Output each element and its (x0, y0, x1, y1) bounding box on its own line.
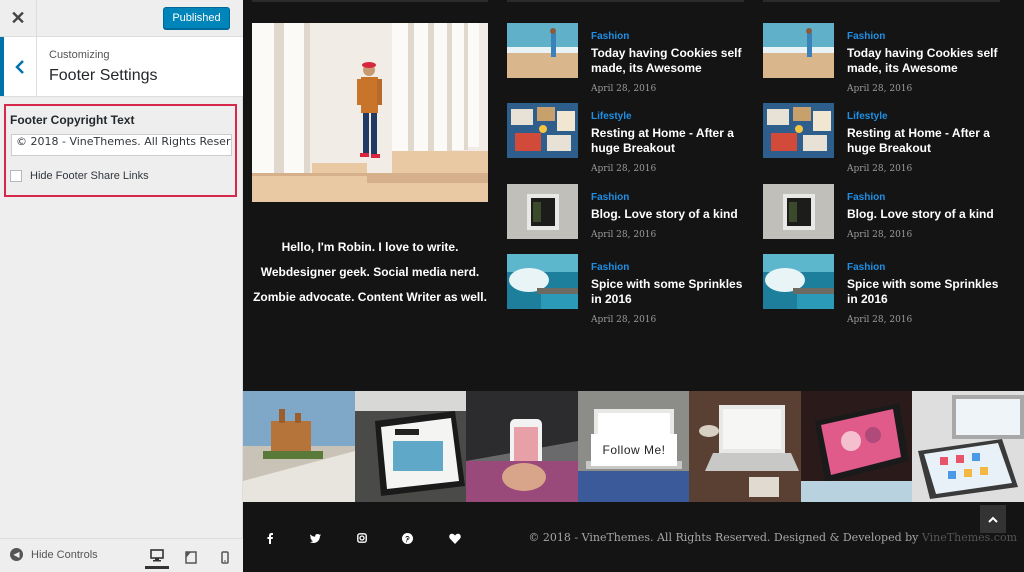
post-date: April 28, 2016 (591, 164, 657, 174)
section-subtitle: Customizing (49, 49, 110, 61)
heart-icon (449, 533, 461, 544)
site-preview: Hello, I'm Robin. I love to write. Webde… (243, 0, 1024, 572)
customizer-header: ✕ Published (0, 0, 243, 37)
post-category[interactable]: Fashion (847, 31, 885, 42)
desktop-icon (150, 549, 164, 562)
post-thumbnail[interactable] (507, 103, 578, 158)
post-category[interactable]: Lifestyle (847, 111, 888, 122)
hide-share-links-checkbox[interactable] (10, 170, 22, 182)
instagram-photo[interactable] (243, 391, 355, 502)
post-title[interactable]: Resting at Home - After a huge Breakout (591, 126, 747, 156)
post-thumbnail[interactable] (507, 23, 578, 78)
pinterest-icon (401, 532, 413, 544)
copyright-field-label: Footer Copyright Text (10, 113, 135, 127)
section-header: Customizing Footer Settings (0, 37, 243, 97)
post-title[interactable]: Spice with some Sprinkles in 2016 (591, 277, 747, 307)
footer-settings-fields: Footer Copyright Text © 2018 - VineTheme… (4, 104, 237, 197)
facebook-link[interactable] (262, 531, 278, 545)
collapse-icon: ◀ (10, 548, 23, 561)
chevron-up-icon (988, 516, 998, 523)
divider (763, 0, 1000, 2)
post-category[interactable]: Fashion (847, 192, 885, 203)
heart-link[interactable] (447, 531, 463, 545)
post-thumbnail[interactable] (763, 184, 834, 239)
post-item[interactable]: Fashion Blog. Love story of a kind April… (507, 184, 747, 254)
instagram-link[interactable] (354, 531, 370, 545)
copyright-text: © 2018 - VineThemes. All Rights Reserved… (528, 531, 922, 544)
post-category[interactable]: Fashion (591, 192, 629, 203)
post-title[interactable]: Resting at Home - After a huge Breakout (847, 126, 1003, 156)
instagram-photo[interactable] (354, 391, 467, 502)
post-item[interactable]: Lifestyle Resting at Home - After a huge… (507, 103, 747, 174)
customizer-sidebar: ✕ Published Customizing Footer Settings … (0, 0, 243, 572)
author-bio: Hello, I'm Robin. I love to write. Webde… (252, 235, 488, 310)
post-item[interactable]: Fashion Spice with some Sprinkles in 201… (507, 254, 747, 325)
post-date: April 28, 2016 (591, 84, 657, 94)
desktop-preview-button[interactable] (145, 545, 169, 569)
mobile-preview-button[interactable] (213, 545, 237, 569)
post-category[interactable]: Lifestyle (591, 111, 632, 122)
post-date: April 28, 2016 (847, 84, 913, 94)
post-category[interactable]: Fashion (591, 31, 629, 42)
hide-controls-button[interactable]: ◀ Hide Controls (10, 548, 98, 561)
bio-line: Zombie advocate. Content Writer as well. (253, 290, 487, 304)
post-date: April 28, 2016 (847, 315, 913, 325)
post-thumbnail[interactable] (763, 23, 834, 78)
post-item[interactable]: Fashion Blog. Love story of a kind April… (763, 184, 1003, 254)
post-date: April 28, 2016 (591, 230, 657, 240)
copyright-text-input[interactable]: © 2018 - VineThemes. All Rights Reserv (11, 134, 232, 156)
instagram-photo[interactable] (689, 391, 801, 502)
twitter-link[interactable] (307, 531, 323, 545)
twitter-icon (309, 533, 321, 543)
post-thumbnail[interactable] (507, 184, 578, 239)
close-icon: ✕ (10, 8, 26, 28)
follow-me-button[interactable]: Follow Me! (591, 434, 677, 466)
hide-share-links-row[interactable]: Hide Footer Share Links (10, 170, 149, 182)
section-title: Footer Settings (49, 67, 158, 84)
instagram-photo[interactable] (466, 391, 578, 502)
close-customizer-button[interactable]: ✕ (0, 0, 37, 37)
post-thumbnail[interactable] (507, 254, 578, 309)
instagram-photo[interactable] (800, 391, 913, 502)
tablet-preview-button[interactable] (179, 545, 203, 569)
post-item[interactable]: Fashion Today having Cookies self made, … (507, 23, 747, 94)
post-date: April 28, 2016 (847, 230, 913, 240)
post-title[interactable]: Blog. Love story of a kind (591, 207, 747, 222)
divider (252, 0, 488, 2)
post-thumbnail[interactable] (763, 103, 834, 158)
post-date: April 28, 2016 (847, 164, 913, 174)
post-category[interactable]: Fashion (847, 262, 885, 273)
instagram-photo[interactable] (912, 391, 1024, 502)
facebook-icon (267, 532, 273, 544)
divider (507, 0, 744, 2)
customizer-footer: ◀ Hide Controls (0, 538, 243, 572)
tablet-icon (185, 550, 197, 564)
hide-share-links-label: Hide Footer Share Links (30, 170, 149, 182)
bio-line: Hello, I'm Robin. I love to write. (281, 240, 459, 254)
post-thumbnail[interactable] (763, 254, 834, 309)
author-photo (252, 23, 488, 202)
footer-copyright: © 2018 - VineThemes. All Rights Reserved… (528, 531, 1017, 544)
scroll-to-top-button[interactable] (980, 505, 1006, 533)
hide-controls-label: Hide Controls (31, 548, 98, 561)
site-footer: © 2018 - VineThemes. All Rights Reserved… (243, 502, 1024, 572)
pinterest-link[interactable] (399, 531, 415, 545)
post-title[interactable]: Today having Cookies self made, its Awes… (591, 46, 747, 76)
post-item[interactable]: Fashion Today having Cookies self made, … (763, 23, 1003, 94)
post-item[interactable]: Lifestyle Resting at Home - After a huge… (763, 103, 1003, 174)
mobile-icon (221, 550, 229, 564)
post-title[interactable]: Blog. Love story of a kind (847, 207, 1003, 222)
post-title[interactable]: Today having Cookies self made, its Awes… (847, 46, 1003, 76)
publish-button[interactable]: Published (163, 7, 230, 29)
post-category[interactable]: Fashion (591, 262, 629, 273)
chevron-left-icon (15, 59, 24, 74)
back-button[interactable] (0, 37, 37, 96)
post-title[interactable]: Spice with some Sprinkles in 2016 (847, 277, 1003, 307)
post-date: April 28, 2016 (591, 315, 657, 325)
instagram-icon (357, 533, 367, 543)
post-item[interactable]: Fashion Spice with some Sprinkles in 201… (763, 254, 1003, 325)
bio-line: Webdesigner geek. Social media nerd. (260, 265, 480, 279)
